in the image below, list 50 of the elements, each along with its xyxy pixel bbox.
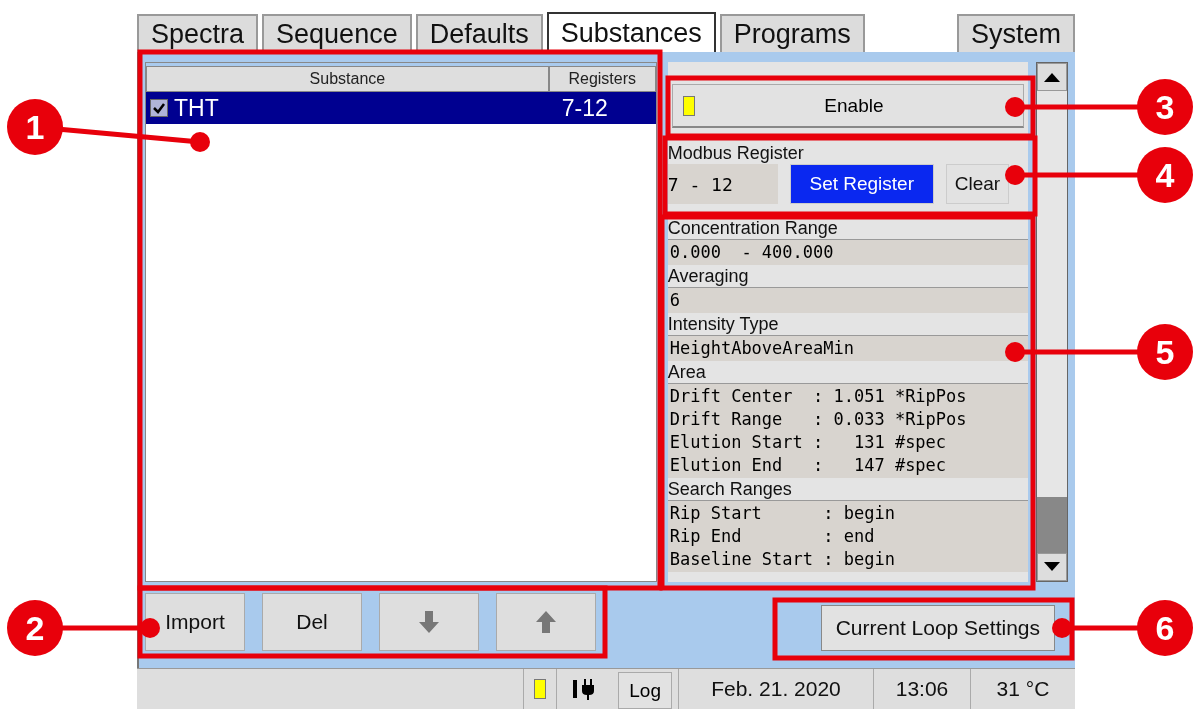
log-button[interactable]: Log xyxy=(618,672,672,709)
callout-number: 3 xyxy=(1137,79,1193,135)
field-label: Modbus Register xyxy=(667,142,805,164)
tab[interactable]: Programs xyxy=(719,14,865,52)
callout-number: 2 xyxy=(7,600,63,656)
field-label: Concentration Range xyxy=(667,217,839,239)
value-field: Drift Center : 1.051 *RipPos Drift Range : 0.033 *RipPos Elution Start : 131 #spec Elution End : 147 #spec xyxy=(667,383,1029,478)
move-up-button[interactable] xyxy=(496,593,596,651)
value-field: Rip Start : begin Rip End : end Baseline Start : begin xyxy=(667,500,1029,572)
scroll-thumb[interactable] xyxy=(1037,497,1067,553)
register-field[interactable]: 7 - 12 xyxy=(667,164,778,204)
value-field: 0.000 - 400.000 xyxy=(667,239,1029,265)
scrollbar[interactable] xyxy=(1036,62,1068,582)
callout-number: 5 xyxy=(1137,324,1193,380)
arrow-down-icon xyxy=(418,610,440,634)
tab[interactable]: Defaults xyxy=(415,14,543,52)
callout-number: 1 xyxy=(7,99,63,155)
field-label: Area xyxy=(667,361,707,383)
tab[interactable]: Substances xyxy=(546,12,716,52)
action-button[interactable]: Del xyxy=(262,593,362,651)
tab[interactable]: System xyxy=(956,14,1075,52)
scroll-up-icon[interactable] xyxy=(1037,63,1067,91)
checkbox[interactable] xyxy=(150,99,168,117)
register-button[interactable]: Clear xyxy=(945,164,1010,204)
substance-row[interactable]: THT 7-12 xyxy=(146,92,656,124)
callout-number: 6 xyxy=(1137,600,1193,656)
enable-button[interactable]: Enable xyxy=(671,84,1025,128)
indicator-icon xyxy=(682,95,695,116)
temperature-display: 31 °C xyxy=(970,669,1075,709)
register-button[interactable]: Set Register xyxy=(789,164,934,204)
time-display: 13:06 xyxy=(873,669,970,709)
field-label: Intensity Type xyxy=(667,313,780,335)
register-range: 7-12 xyxy=(561,94,609,122)
callout-number: 4 xyxy=(1137,147,1193,203)
date-display: Feb. 21. 2020 xyxy=(678,669,873,709)
move-down-button[interactable] xyxy=(379,593,479,651)
arrow-up-icon xyxy=(535,610,557,634)
scroll-down-icon[interactable] xyxy=(1037,553,1067,581)
tab[interactable]: Spectra xyxy=(137,14,259,52)
field-label: Search Ranges xyxy=(667,478,793,500)
substance-name: THT xyxy=(174,94,220,122)
column-header[interactable]: Substance xyxy=(146,66,549,92)
tab[interactable]: Sequence xyxy=(262,14,412,52)
column-header[interactable]: Registers xyxy=(548,66,656,92)
field-label: Averaging xyxy=(667,265,750,287)
action-button[interactable]: Import xyxy=(145,593,245,651)
current-loop-settings-button[interactable]: Current Loop Settings xyxy=(820,605,1055,651)
value-field: HeightAboveAreaMin xyxy=(667,335,1029,361)
indicator-icon xyxy=(534,679,547,699)
value-field: 6 xyxy=(667,287,1029,313)
